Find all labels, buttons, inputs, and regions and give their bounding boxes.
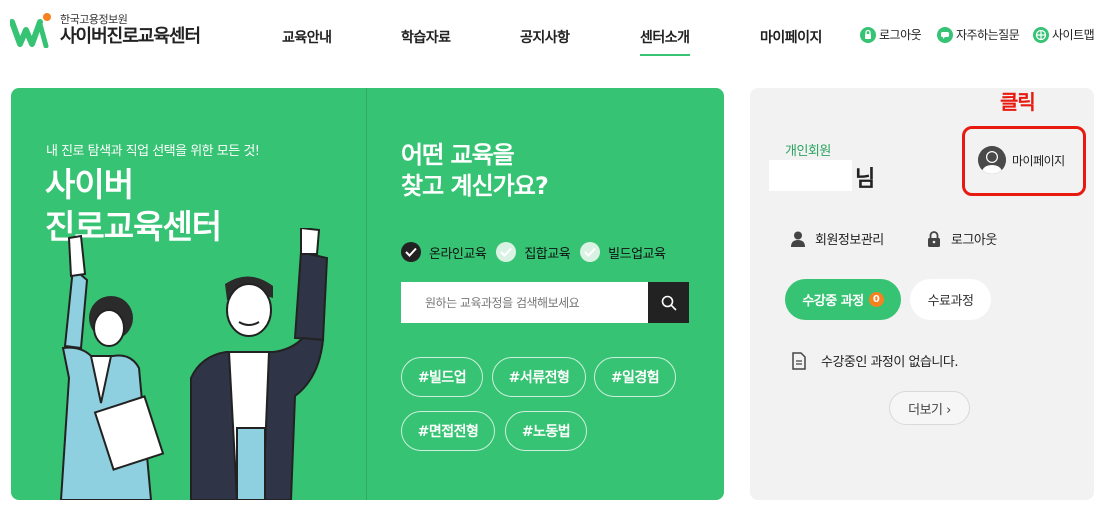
in-progress-count-badge: 0 — [868, 292, 884, 307]
check-online-education[interactable]: 온라인교육 — [401, 242, 487, 262]
more-button[interactable]: 더보기 › — [889, 391, 970, 425]
logo-title: 사이버진로교육센터 — [60, 25, 201, 47]
woman-figure-icon — [59, 234, 165, 500]
check-buildup-education[interactable]: 빌드업교육 — [580, 242, 666, 262]
member-info-link[interactable]: 회원정보관리 — [789, 229, 884, 248]
check-label: 온라인교육 — [429, 246, 487, 262]
util-sitemap-label: 사이트맵 — [1052, 28, 1095, 42]
util-logout[interactable]: 로그아웃 — [860, 26, 922, 43]
click-annotation: 클릭 — [1000, 90, 1036, 114]
education-type-filter: 온라인교육 집합교육 빌드업교육 — [401, 242, 675, 262]
nav-center-intro[interactable]: 센터소개 — [640, 27, 690, 56]
document-icon — [791, 351, 807, 370]
site-logo[interactable]: 한국고용정보원 사이버진로교육센터 — [9, 12, 201, 49]
nav-mypage[interactable]: 마이페이지 — [760, 27, 822, 47]
site-header: 한국고용정보원 사이버진로교육센터 교육안내 학습자료 공지사항 센터소개 마이… — [0, 0, 1102, 70]
check-group-education[interactable]: 집합교육 — [496, 242, 571, 262]
course-search-input[interactable] — [401, 282, 648, 323]
tag-buildup[interactable]: #빌드업 — [401, 357, 483, 397]
course-search-bar — [401, 282, 689, 323]
search-question-title: 어떤 교육을 찾고 계신가요? — [401, 140, 549, 202]
in-progress-label: 수강중 과정 — [802, 294, 864, 309]
completed-courses-button[interactable]: 수료과정 — [910, 279, 991, 320]
chat-icon — [937, 26, 953, 43]
logout-label: 로그아웃 — [951, 233, 997, 248]
unchecked-icon — [580, 242, 601, 262]
user-icon — [789, 230, 807, 248]
logout-link[interactable]: 로그아웃 — [925, 229, 997, 248]
check-label: 빌드업교육 — [608, 246, 666, 262]
user-name-redacted — [769, 160, 852, 191]
nav-learning-materials[interactable]: 학습자료 — [401, 27, 451, 47]
question-line2: 찾고 계신가요? — [401, 172, 549, 200]
member-type-label: 개인회원 — [785, 144, 831, 159]
lock-icon — [860, 26, 876, 43]
util-faq[interactable]: 자주하는질문 — [937, 26, 1020, 43]
empty-courses-message: 수강중인 과정이 없습니다. — [791, 351, 958, 370]
search-button[interactable] — [648, 282, 689, 323]
unchecked-icon — [496, 242, 517, 262]
question-line1: 어떤 교육을 — [401, 141, 515, 169]
tag-work-experience[interactable]: #일경험 — [594, 357, 676, 397]
member-info-label: 회원정보관리 — [815, 233, 884, 248]
logo-mark-icon — [9, 12, 54, 49]
search-icon — [661, 295, 676, 310]
hero-title-line1: 사이버 — [45, 165, 134, 204]
avatar-icon — [978, 146, 1006, 174]
user-name-suffix: 님 — [855, 167, 876, 192]
empty-message-text: 수강중인 과정이 없습니다. — [821, 355, 958, 370]
sitemap-icon — [1033, 26, 1049, 43]
nav-education-info[interactable]: 교육안내 — [282, 27, 332, 47]
logo-subtitle: 한국고용정보원 — [60, 12, 128, 26]
checked-icon — [401, 242, 421, 262]
util-sitemap[interactable]: 사이트맵 — [1033, 26, 1095, 43]
mypage-label: 마이페이지 — [1012, 153, 1065, 168]
hero-subtitle: 내 진로 탐색과 직업 선택을 위한 모든 것! — [46, 144, 260, 159]
hero-illustration — [59, 228, 329, 500]
lock-icon — [925, 230, 943, 248]
tag-document-screening[interactable]: #서류전형 — [492, 357, 586, 397]
nav-notices[interactable]: 공지사항 — [520, 27, 570, 47]
in-progress-courses-button[interactable]: 수강중 과정 0 — [785, 279, 901, 320]
check-label: 집합교육 — [524, 246, 571, 262]
tag-labor-law[interactable]: #노동법 — [505, 411, 587, 451]
man-figure-icon — [190, 228, 329, 500]
tag-interview[interactable]: #면접전형 — [401, 411, 495, 451]
util-faq-label: 자주하는질문 — [956, 28, 1020, 42]
mypage-button[interactable]: 마이페이지 — [978, 146, 1065, 174]
hero-divider — [366, 88, 367, 500]
hero-banner: 내 진로 탐색과 직업 선택을 위한 모든 것! 사이버 진로교육센터 어떤 교… — [11, 88, 724, 500]
util-logout-label: 로그아웃 — [879, 28, 922, 42]
